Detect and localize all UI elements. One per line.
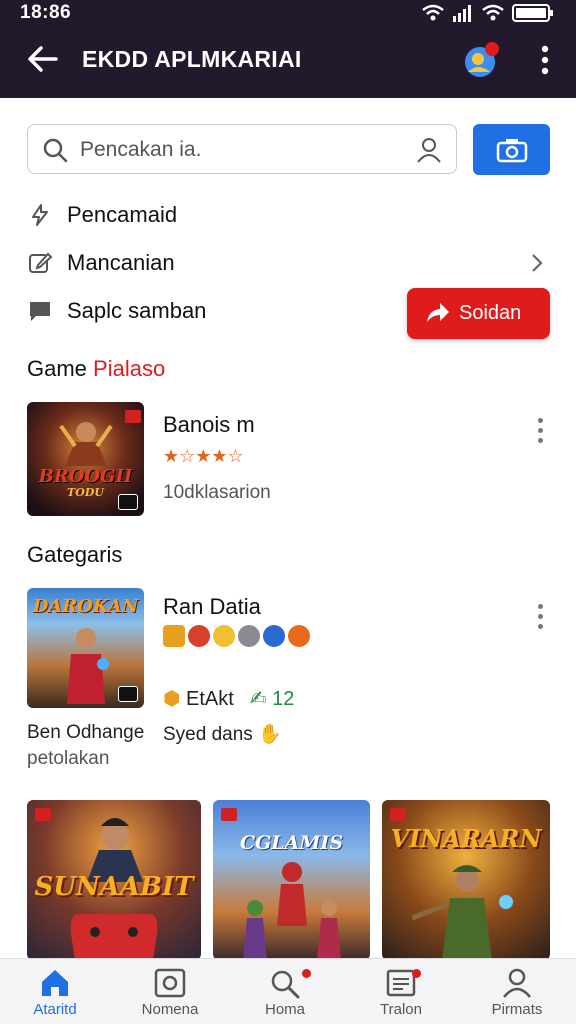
caption-right: Syed dans ✋ — [163, 724, 282, 745]
battery-icon — [512, 4, 553, 22]
tile-3-title: VINARARN — [390, 824, 542, 853]
search-icon — [43, 138, 68, 163]
rating-a: ⬢ EtAkt — [163, 688, 234, 710]
notification-dot — [302, 969, 311, 978]
gamepad-icon — [70, 914, 158, 960]
overflow-menu-icon[interactable] — [540, 44, 550, 76]
chip-icon-3 — [213, 625, 235, 647]
category-chips — [163, 625, 310, 647]
game-thumb-title: BROOGII — [38, 466, 133, 487]
wifi-icon — [422, 4, 444, 21]
edit-icon — [29, 252, 53, 273]
share-button[interactable]: Soidan — [407, 288, 550, 339]
chip-icon-5 — [263, 625, 285, 647]
chat-icon — [30, 302, 50, 321]
category-hero-icon — [67, 628, 109, 704]
camera-icon — [154, 968, 186, 998]
game-more-icon[interactable] — [536, 418, 544, 444]
game-badge-icon — [125, 410, 141, 423]
section-title-categories-text: Gategaris — [27, 542, 123, 567]
game-hero-icon — [59, 422, 113, 466]
search-icon — [271, 970, 300, 999]
app-bar: EKDD APLMKARIAI — [0, 30, 576, 90]
caption-left-2: petolakan — [27, 748, 110, 769]
category-thumbnail[interactable]: DAROKAN — [27, 588, 144, 708]
share-arrow-icon — [427, 303, 449, 322]
back-arrow-icon[interactable] — [26, 44, 60, 74]
chevron-right-icon — [532, 254, 543, 272]
game-thumbnail[interactable]: BROOGII TODU — [27, 402, 144, 516]
user-icon[interactable] — [416, 136, 442, 164]
category-rating-row: ⬢ EtAkt ✍ 12 — [163, 686, 294, 711]
section-title-game-text: Game — [27, 356, 87, 381]
rating-a-text: EtAkt — [186, 688, 234, 710]
profile-icon — [503, 968, 531, 998]
tile-2-badge-icon — [221, 808, 237, 821]
tile-3-badge-icon — [390, 808, 406, 821]
game-title[interactable]: Banois m — [163, 412, 255, 438]
menu-label-1: Pencamaid — [67, 202, 178, 227]
tile-1-title: SUNAABIT — [34, 872, 194, 902]
game-tile-2[interactable]: CGLAMIS — [213, 800, 370, 960]
menu-label-2: Mancanian — [67, 250, 175, 275]
app-title: EKDD APLMKARIAI — [82, 46, 302, 72]
top-bar: 18:86 EKDD APLMKARIAI — [0, 0, 576, 98]
nav-item-search[interactable]: Homa — [230, 965, 340, 1023]
game-tag-icon — [118, 494, 138, 510]
game-subtitle: 10dklasarion — [163, 482, 271, 503]
game-tile-1[interactable]: SUNAABIT — [27, 800, 201, 960]
camera-search-button[interactable] — [473, 124, 550, 175]
notification-dot-2 — [412, 969, 421, 978]
section-title-game-accent: Pialaso — [93, 356, 166, 381]
chip-icon-4 — [238, 625, 260, 647]
category-title[interactable]: Ran Datia — [163, 594, 261, 620]
tile-2-title: CGLAMIS — [239, 832, 344, 854]
rating-b: ✍ 12 — [249, 688, 295, 710]
camera-icon — [496, 138, 527, 162]
share-button-label: Soidan — [459, 302, 522, 324]
caption-left-1: Ben Odhange — [27, 722, 145, 743]
menu-row-1[interactable]: Pencamaid — [27, 198, 550, 234]
signal-icon — [453, 5, 471, 22]
search-field[interactable]: Pencakan ia. — [27, 124, 457, 174]
game-tile-3[interactable]: VINARARN — [382, 800, 550, 960]
status-bar: 18:86 — [0, 0, 576, 26]
chip-icon-6 — [288, 625, 310, 647]
nav-label-search: Homa — [264, 1001, 305, 1018]
rating-b-text: 12 — [272, 688, 295, 710]
tile-3-hero-icon — [412, 865, 513, 960]
nav-item-home[interactable]: Ataritd — [0, 965, 110, 1023]
nav-label-home: Ataritd — [33, 1001, 77, 1018]
bottom-navigation: Ataritd Nomena Homa Tralon Pirmats — [0, 958, 576, 1024]
tile-1-badge-icon — [35, 808, 51, 821]
wifi-icon-2 — [482, 4, 504, 21]
category-more-icon[interactable] — [536, 604, 544, 630]
section-title-categories: Gategaris — [27, 542, 122, 568]
nav-item-list[interactable]: Tralon — [346, 965, 456, 1023]
search-placeholder: Pencakan ia. — [80, 138, 202, 161]
nav-item-profile[interactable]: Pirmats — [462, 965, 572, 1023]
nav-item-media[interactable]: Nomena — [115, 965, 225, 1023]
menu-row-2[interactable]: Mancanian — [27, 246, 550, 282]
tile-2-heroes-icon — [243, 862, 341, 960]
status-time: 18:86 — [20, 2, 72, 23]
home-icon — [42, 970, 68, 996]
account-icon[interactable] — [462, 40, 502, 80]
nav-label-profile: Pirmats — [491, 1001, 543, 1018]
status-icons — [422, 3, 554, 23]
menu-label-3: Saplc samban — [67, 298, 207, 323]
chip-icon-2 — [188, 625, 210, 647]
nav-label-list: Tralon — [380, 1001, 422, 1018]
chip-icon-1 — [163, 625, 185, 647]
section-title-game: Game Pialaso — [27, 356, 165, 382]
nav-label-media: Nomena — [141, 1001, 199, 1018]
category-tag-icon — [118, 686, 138, 702]
category-thumb-title: DAROKAN — [32, 596, 139, 617]
game-rating-stars: ★☆★★☆ — [163, 446, 244, 466]
caption-right-text: Syed dans — [163, 724, 253, 745]
lightning-icon — [32, 204, 48, 226]
